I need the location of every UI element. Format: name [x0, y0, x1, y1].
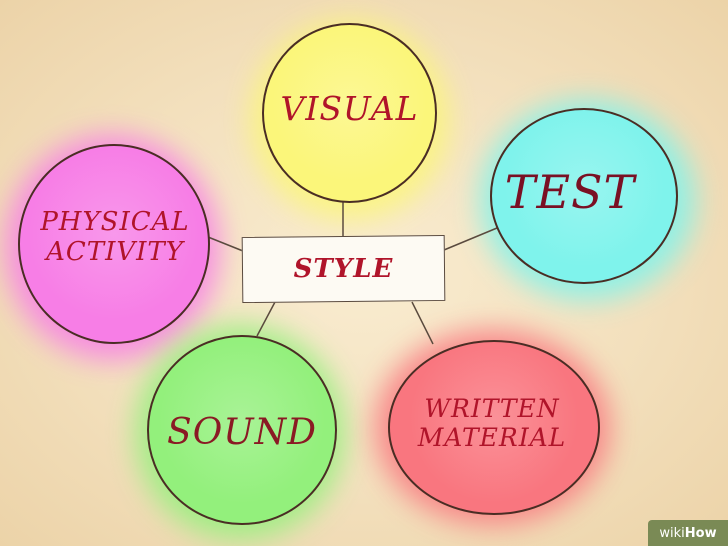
connector-test [443, 227, 498, 251]
written-material-label: WRITTEN MATERIAL [417, 394, 567, 452]
sound-label: SOUND [167, 412, 317, 453]
connector-physical-activity [207, 236, 244, 252]
connector-sound [256, 301, 276, 337]
test-label: TEST [504, 165, 636, 219]
mind-map-illustration: VISUAL TEST PHYSICAL ACTIVITY SOUND WRIT… [0, 0, 728, 546]
visual-label: VISUAL [280, 89, 419, 128]
wikihow-watermark: wiki How [648, 520, 728, 546]
physical-activity-label: PHYSICAL ACTIVITY [40, 207, 190, 267]
watermark-prefix: wiki [659, 525, 685, 541]
center-label: STYLE [293, 254, 394, 284]
watermark-suffix: How [684, 525, 717, 541]
connector-written-material [411, 301, 434, 345]
